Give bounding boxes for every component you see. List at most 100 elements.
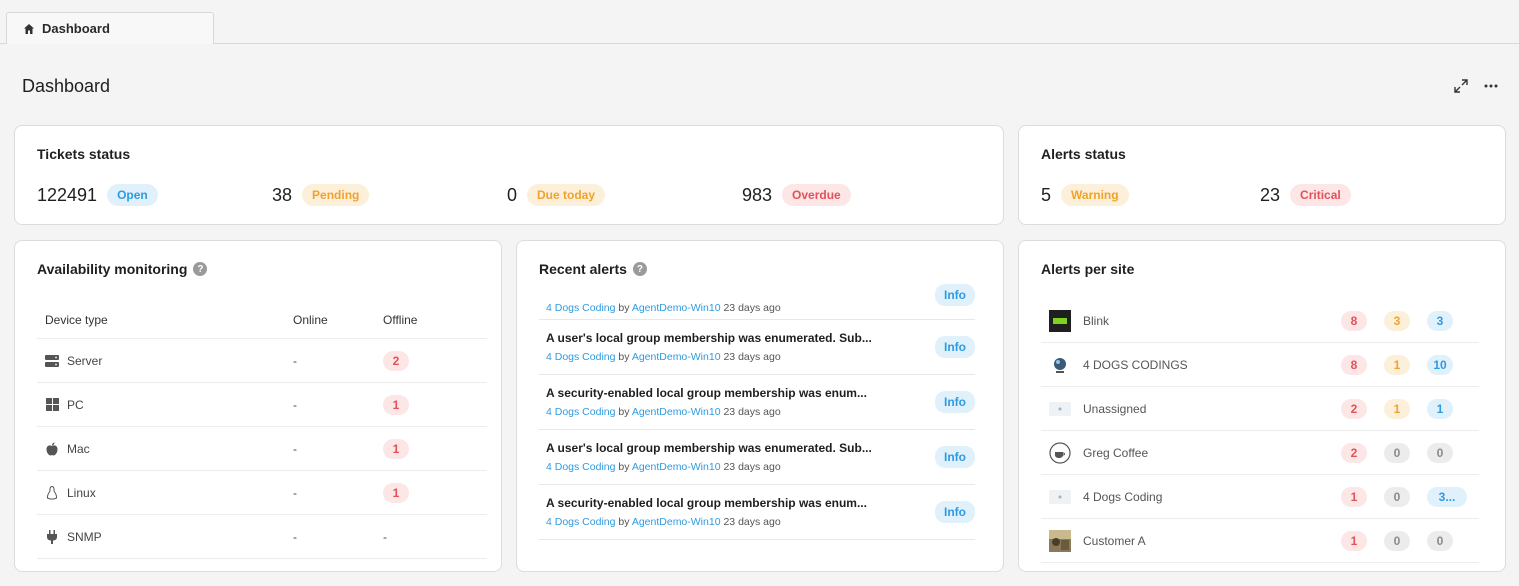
site-link[interactable]: 4 Dogs Coding	[546, 302, 615, 314]
offline-count[interactable]: 1	[383, 482, 409, 503]
critical-count[interactable]: 2	[1341, 442, 1367, 463]
alert-title[interactable]: A user's local group membership was enum…	[546, 331, 876, 345]
ticket-stat-overdue[interactable]: 983 Overdue	[742, 184, 851, 206]
status-badge: Open	[107, 184, 158, 206]
alert-stat-warning[interactable]: 5 Warning	[1041, 184, 1129, 206]
alert-title[interactable]: A user's local group membership was enum…	[546, 441, 876, 455]
device-type: Server	[67, 353, 103, 368]
table-row[interactable]: SNMP - -	[37, 515, 487, 559]
help-icon[interactable]: ?	[193, 262, 208, 276]
agent-link[interactable]: AgentDemo-Win10	[632, 302, 721, 314]
site-name: Customer A	[1083, 533, 1146, 548]
warning-count[interactable]: 1	[1384, 398, 1410, 419]
alert-title[interactable]: A security-enabled local group membershi…	[546, 386, 876, 400]
list-item[interactable]: A security-enabled local group membershi…	[539, 485, 975, 540]
blink-logo	[1049, 309, 1071, 332]
tickets-status-card: Tickets status 122491 Open 38 Pending 0 …	[14, 125, 1004, 225]
level-badge: Info	[935, 501, 975, 523]
by-text: by	[618, 351, 630, 363]
linux-icon	[45, 485, 59, 500]
list-item[interactable]: Unassigned 2 1 1	[1041, 387, 1479, 431]
alerts-per-site-list: Blink 8 3 3 4 DOGS CODINGS 8 1 10 Unassi…	[1041, 299, 1479, 563]
info-count[interactable]: 10	[1427, 354, 1453, 375]
list-item[interactable]: 4 Dogs Coding 1 0 3...	[1041, 475, 1479, 519]
availability-table: Device type Online Offline Server - 2 PC…	[37, 301, 487, 559]
site-name: Unassigned	[1083, 401, 1147, 416]
availability-card: Availability monitoring ? Device type On…	[14, 240, 502, 572]
tab-dashboard[interactable]: Dashboard	[6, 12, 214, 44]
list-item[interactable]: A user's local group membership was enum…	[539, 430, 975, 485]
offline-count[interactable]: 1	[383, 394, 409, 415]
list-item[interactable]: Customer A 1 0 0	[1041, 519, 1479, 563]
device-type: Linux	[67, 485, 96, 500]
table-row[interactable]: PC - 1	[37, 383, 487, 427]
column-header[interactable]: Device type	[45, 313, 293, 327]
table-row[interactable]: Mac - 1	[37, 427, 487, 471]
by-text: by	[618, 406, 630, 418]
agent-link[interactable]: AgentDemo-Win10	[632, 351, 721, 363]
site-name: Blink	[1083, 313, 1110, 328]
alert-meta: 4 Dogs Coding by AgentDemo-Win10 23 days…	[546, 516, 781, 528]
list-item[interactable]: A security-enabled local group membershi…	[539, 375, 975, 430]
critical-count[interactable]: 8	[1341, 354, 1367, 375]
site-name: 4 DOGS CODINGS	[1083, 357, 1188, 372]
list-item[interactable]: 4 DOGS CODINGS 8 1 10	[1041, 343, 1479, 387]
tab-label: Dashboard	[42, 21, 110, 36]
recent-alerts-card: Recent alerts ? 4 Dogs Coding by AgentDe…	[516, 240, 1004, 572]
alerts-per-site-title: Alerts per site	[1041, 261, 1135, 277]
list-item[interactable]: A user's local group membership was enum…	[539, 320, 975, 375]
column-header[interactable]: Online	[293, 313, 383, 327]
alerts-per-site-card: Alerts per site Blink 8 3 3 4 DOGS CODIN…	[1018, 240, 1506, 572]
offline-value: -	[383, 529, 387, 544]
alert-meta: 4 Dogs Coding by AgentDemo-Win10 23 days…	[546, 406, 781, 418]
table-row[interactable]: Linux - 1	[37, 471, 487, 515]
site-link[interactable]: 4 Dogs Coding	[546, 461, 615, 473]
ticket-stat-open[interactable]: 122491 Open	[37, 184, 158, 206]
more-icon[interactable]	[1483, 78, 1499, 94]
offline-count[interactable]: 1	[383, 438, 409, 459]
expand-icon[interactable]	[1453, 78, 1469, 94]
critical-count[interactable]: 1	[1341, 486, 1367, 507]
status-badge: Due today	[527, 184, 606, 206]
warning-count[interactable]: 1	[1384, 354, 1410, 375]
stat-value: 0	[507, 184, 518, 205]
list-item[interactable]: 4 Dogs Coding by AgentDemo-Win10 23 days…	[539, 284, 975, 320]
info-count[interactable]: 3	[1427, 310, 1453, 331]
site-name: Greg Coffee	[1083, 445, 1149, 460]
info-count[interactable]: 1	[1427, 398, 1453, 419]
ticket-stat-due-today[interactable]: 0 Due today	[507, 184, 606, 206]
alerts-status-title: Alerts status	[1041, 146, 1126, 162]
site-link[interactable]: 4 Dogs Coding	[546, 406, 615, 418]
list-item[interactable]: Greg Coffee 2 0 0	[1041, 431, 1479, 475]
critical-count[interactable]: 2	[1341, 398, 1367, 419]
help-icon[interactable]: ?	[632, 262, 647, 276]
warning-count[interactable]: 0	[1384, 442, 1410, 463]
globe-logo	[1049, 354, 1071, 376]
critical-count[interactable]: 1	[1341, 530, 1367, 551]
alert-title[interactable]: A security-enabled local group membershi…	[546, 496, 876, 510]
alert-stat-critical[interactable]: 23 Critical	[1260, 184, 1351, 206]
ticket-stat-pending[interactable]: 38 Pending	[272, 184, 370, 206]
agent-link[interactable]: AgentDemo-Win10	[632, 461, 721, 473]
alerts-status-card: Alerts status 5 Warning 23 Critical	[1018, 125, 1506, 225]
agent-link[interactable]: AgentDemo-Win10	[632, 516, 721, 528]
device-type: SNMP	[67, 529, 102, 544]
time-ago: 23 days ago	[723, 461, 781, 473]
table-row[interactable]: Server - 2	[37, 339, 487, 383]
warning-count[interactable]: 0	[1384, 486, 1410, 507]
offline-count[interactable]: 2	[383, 350, 409, 371]
warning-count[interactable]: 0	[1384, 530, 1410, 551]
info-count[interactable]: 0	[1427, 442, 1453, 463]
site-name: 4 Dogs Coding	[1083, 489, 1163, 504]
critical-count[interactable]: 8	[1341, 310, 1367, 331]
level-badge: Info	[935, 284, 975, 306]
list-item[interactable]: Blink 8 3 3	[1041, 299, 1479, 343]
site-link[interactable]: 4 Dogs Coding	[546, 351, 615, 363]
column-header[interactable]: Offline	[383, 313, 473, 327]
agent-link[interactable]: AgentDemo-Win10	[632, 406, 721, 418]
info-count[interactable]: 3...	[1427, 486, 1467, 507]
warning-count[interactable]: 3	[1384, 310, 1410, 331]
info-count[interactable]: 0	[1427, 530, 1453, 551]
table-header: Device type Online Offline	[37, 301, 487, 339]
site-link[interactable]: 4 Dogs Coding	[546, 516, 615, 528]
